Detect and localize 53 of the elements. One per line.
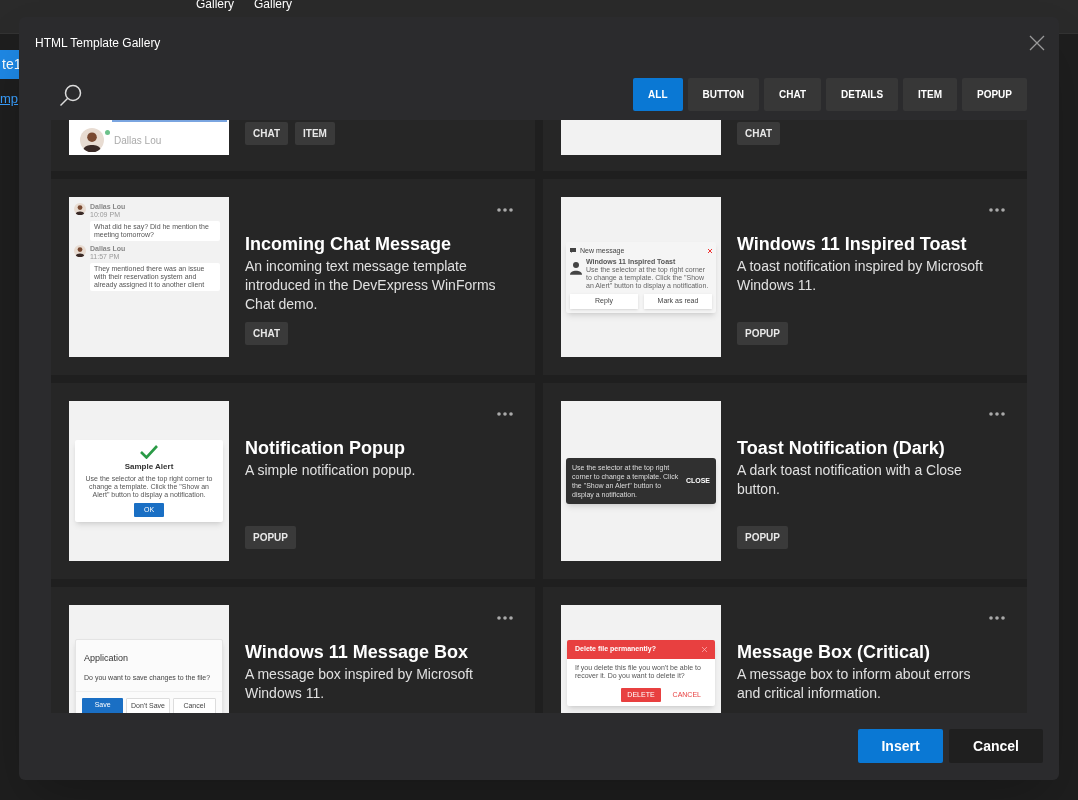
- tag: POPUP: [737, 526, 788, 549]
- avatar-icon: [74, 245, 86, 257]
- template-description: A message box inspired by Microsoft Windows 11.: [245, 665, 474, 703]
- avatar-icon: [74, 203, 86, 215]
- insert-button[interactable]: Insert: [858, 729, 943, 763]
- template-card[interactable]: [543, 179, 1027, 375]
- more-icon[interactable]: [497, 616, 513, 620]
- template-card[interactable]: CHAT: [543, 120, 1027, 171]
- template-description: A message box to inform about errors and critical information.: [737, 665, 972, 703]
- close-icon: [702, 646, 707, 652]
- tag: POPUP: [245, 526, 296, 549]
- more-icon[interactable]: [989, 208, 1005, 212]
- template-description: A dark toast notification with a Close button.: [737, 461, 963, 499]
- template-card[interactable]: Dallas Lou CHAT ITEM: [51, 120, 535, 171]
- tag: POPUP: [737, 322, 788, 345]
- contact-name: Dallas Lou: [114, 133, 162, 148]
- template-card[interactable]: [51, 179, 535, 375]
- filter-tab[interactable]: ALL: [633, 78, 683, 111]
- template-card[interactable]: [543, 383, 1027, 579]
- template-title: Incoming Chat Message: [245, 233, 453, 255]
- template-title: Windows 11 Message Box: [245, 641, 469, 663]
- filter-tab[interactable]: DETAILS: [826, 78, 899, 111]
- avatar-icon: [80, 128, 104, 152]
- more-icon[interactable]: [989, 616, 1005, 620]
- checkmark-icon: [140, 444, 158, 459]
- more-icon[interactable]: [989, 412, 1005, 416]
- close-icon[interactable]: [1029, 35, 1045, 51]
- filter-tab[interactable]: BUTTON: [687, 78, 759, 111]
- filter-tab[interactable]: POPUP: [962, 78, 1027, 111]
- person-icon: [570, 261, 582, 275]
- message-box-title: Application: [83, 652, 130, 665]
- template-title: Windows 11 Inspired Toast: [737, 233, 968, 255]
- close-icon: [708, 248, 712, 253]
- window-title: HTML Template Gallery: [35, 35, 162, 52]
- tag: CHAT: [245, 322, 289, 345]
- tag: ITEM: [295, 122, 335, 145]
- template-title: Notification Popup: [245, 437, 406, 459]
- more-icon[interactable]: [497, 208, 513, 212]
- template-description: A simple notification popup.: [245, 461, 417, 480]
- more-icon[interactable]: [497, 412, 513, 416]
- template-link[interactable]: mp: [0, 89, 19, 109]
- template-title: Toast Notification (Dark): [737, 437, 946, 459]
- search-icon[interactable]: [59, 82, 83, 107]
- tag: CHAT: [737, 122, 781, 145]
- template-description: A toast notification inspired by Microsoft Windows 11.: [737, 257, 984, 295]
- tag: CHAT: [245, 122, 289, 145]
- cancel-button[interactable]: Cancel: [949, 729, 1043, 763]
- alert-title: Sample Alert: [124, 460, 174, 473]
- filter-tab[interactable]: ITEM: [903, 78, 957, 111]
- template-title: Message Box (Critical): [737, 641, 932, 663]
- template-description: An incoming text message template introduced in the DevExpress WinForms Chat demo.: [245, 257, 497, 314]
- filter-tab[interactable]: CHAT: [764, 78, 822, 111]
- chat-icon: [570, 248, 576, 254]
